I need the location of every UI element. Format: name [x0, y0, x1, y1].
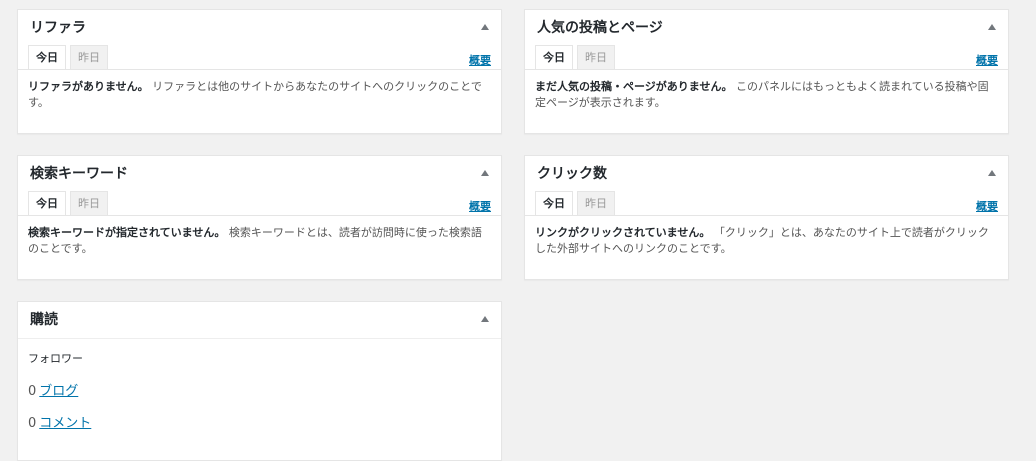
overview-link[interactable]: 概要 — [469, 52, 491, 68]
collapse-toggle-icon[interactable] — [988, 24, 996, 30]
panel-title: リファラ — [30, 20, 86, 36]
panel-title: クリック数 — [537, 166, 607, 182]
tab-yesterday[interactable]: 昨日 — [70, 45, 108, 69]
panel-header: 購読 — [18, 302, 501, 338]
period-tabs: 今日 昨日 — [28, 191, 112, 216]
subscriptions-panel: 購読 フォロワー 0 ブログ 0 コメント — [17, 301, 502, 461]
empty-message-title: まだ人気の投稿・ページがありません。 — [535, 80, 733, 93]
followers-comment-count: 0 — [28, 416, 37, 431]
followers-comment-link[interactable]: コメント — [39, 416, 91, 431]
popular-posts-panel: 人気の投稿とページ 今日 昨日 概要 まだ人気の投稿・ページがありません。 この… — [524, 9, 1009, 134]
period-tabs: 今日 昨日 — [28, 45, 112, 70]
followers-heading: フォロワー — [28, 352, 83, 365]
tab-yesterday[interactable]: 昨日 — [70, 191, 108, 215]
divider — [525, 69, 1008, 70]
period-tabs: 今日 昨日 — [535, 45, 619, 70]
followers-blog-link[interactable]: ブログ — [39, 384, 78, 399]
panel-title: 購読 — [30, 312, 58, 328]
tab-today[interactable]: 今日 — [28, 45, 66, 70]
empty-message: まだ人気の投稿・ページがありません。 このパネルにはもっともよく読まれている投稿… — [535, 79, 994, 111]
followers-blog-count: 0 — [28, 384, 37, 399]
tab-yesterday[interactable]: 昨日 — [577, 45, 615, 69]
referrers-panel: リファラ 今日 昨日 概要 リファラがありません。 リファラとは他のサイトからあ… — [17, 9, 502, 134]
empty-message: リンクがクリックされていません。 「クリック」とは、あなたのサイト上で読者がクリ… — [535, 225, 994, 257]
tab-today[interactable]: 今日 — [28, 191, 66, 216]
empty-message: 検索キーワードが指定されていません。 検索キーワードとは、読者が訪問時に使った検… — [28, 225, 487, 257]
period-tabs: 今日 昨日 — [535, 191, 619, 216]
panel-title: 検索キーワード — [30, 166, 128, 182]
empty-message-title: 検索キーワードが指定されていません。 — [28, 226, 226, 239]
collapse-toggle-icon[interactable] — [988, 170, 996, 176]
panel-header: クリック数 — [525, 156, 1008, 192]
search-terms-panel: 検索キーワード 今日 昨日 概要 検索キーワードが指定されていません。 検索キー… — [17, 155, 502, 280]
followers-blog-row: 0 ブログ — [28, 380, 78, 399]
divider — [18, 69, 501, 70]
overview-link[interactable]: 概要 — [976, 198, 998, 214]
tab-today[interactable]: 今日 — [535, 191, 573, 216]
panel-header: 人気の投稿とページ — [525, 10, 1008, 46]
collapse-toggle-icon[interactable] — [481, 170, 489, 176]
empty-message-title: リンクがクリックされていません。 — [535, 226, 711, 239]
divider — [18, 215, 501, 216]
collapse-toggle-icon[interactable] — [481, 316, 489, 322]
panel-header: 検索キーワード — [18, 156, 501, 192]
empty-message: リファラがありません。 リファラとは他のサイトからあなたのサイトへのクリックのこ… — [28, 79, 487, 111]
divider — [525, 215, 1008, 216]
clicks-panel: クリック数 今日 昨日 概要 リンクがクリックされていません。 「クリック」とは… — [524, 155, 1009, 280]
panel-header: リファラ — [18, 10, 501, 46]
collapse-toggle-icon[interactable] — [481, 24, 489, 30]
divider — [18, 338, 501, 339]
overview-link[interactable]: 概要 — [976, 52, 998, 68]
empty-message-title: リファラがありません。 — [28, 80, 149, 93]
panel-title: 人気の投稿とページ — [537, 20, 663, 36]
overview-link[interactable]: 概要 — [469, 198, 491, 214]
followers-comment-row: 0 コメント — [28, 412, 91, 431]
tab-yesterday[interactable]: 昨日 — [577, 191, 615, 215]
tab-today[interactable]: 今日 — [535, 45, 573, 70]
